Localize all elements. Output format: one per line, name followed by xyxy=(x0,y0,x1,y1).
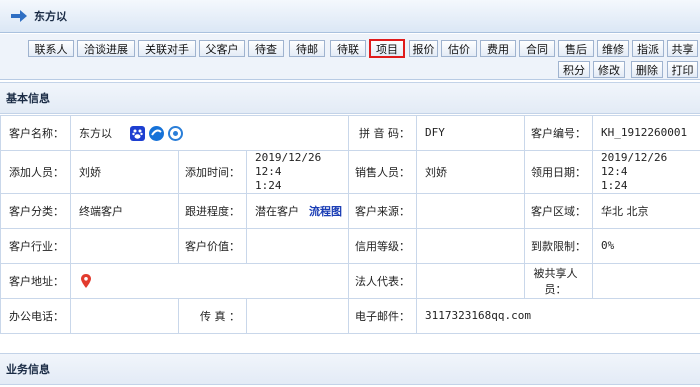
expense-button[interactable]: 费用 xyxy=(480,40,516,57)
pinyin-label: 拼 音 码： xyxy=(348,115,417,151)
table-row: 客户地址： 法人代表： 被共享人 员： xyxy=(0,263,700,299)
office-phone-value xyxy=(70,298,179,334)
table-row: 添加人员： 刘娇 添加时间： 2019/12/26 12:4 1:24 销售人员… xyxy=(0,150,700,194)
email-value: 3117323168qq.com xyxy=(416,298,700,334)
pending-contact-button[interactable]: 待联 xyxy=(330,40,366,57)
customer-code-value: KH_1912260001 xyxy=(592,115,700,151)
pending-mail-button[interactable]: 待邮 xyxy=(289,40,325,57)
source-value xyxy=(416,193,525,229)
legal-rep-label: 法人代表： xyxy=(348,263,417,299)
points-button[interactable]: 积分 xyxy=(558,61,590,78)
salesperson-label: 销售人员： xyxy=(348,150,417,194)
followup-value: 潜在客户 xyxy=(255,205,299,218)
office-phone-label: 办公电话： xyxy=(0,298,71,334)
table-row: 客户行业： 客户价值： 信用等级： 到款限制： 0% xyxy=(0,228,700,264)
fax-value xyxy=(246,298,349,334)
section-title: 基本信息 xyxy=(6,92,50,105)
share-button[interactable]: 共享 xyxy=(667,40,698,57)
shared-with-label: 被共享人 员： xyxy=(524,263,593,299)
table-row: 办公电话： 传 真 ： 电子邮件： 3117323168qq.com xyxy=(0,298,700,334)
claim-date-label: 领用日期： xyxy=(524,150,593,194)
contacts-button[interactable]: 联系人 xyxy=(28,40,74,57)
payment-limit-label: 到款限制： xyxy=(524,228,593,264)
customer-code-label: 客户编号： xyxy=(524,115,593,151)
project-button[interactable]: 项目 xyxy=(369,39,405,58)
category-value: 终端客户 xyxy=(70,193,179,229)
credit-value xyxy=(416,228,525,264)
section-business-info: 业务信息 xyxy=(0,353,700,385)
assign-button[interactable]: 指派 xyxy=(632,40,664,57)
add-time-value: 2019/12/26 12:4 1:24 xyxy=(246,150,349,194)
delete-button[interactable]: 删除 xyxy=(631,61,663,78)
search-engine-icon[interactable] xyxy=(167,126,183,142)
section-basic-info: 基本信息 xyxy=(0,82,700,114)
customer-name-cell: 东方以 xyxy=(70,115,349,151)
baidu-icon[interactable] xyxy=(129,126,145,142)
flow-chart-link[interactable]: 流程图 xyxy=(309,205,342,218)
email-label: 电子邮件： xyxy=(348,298,417,334)
estimate-button[interactable]: 估价 xyxy=(441,40,477,57)
page-title: 东方以 xyxy=(34,10,67,23)
region-value: 华北 北京 xyxy=(592,193,700,229)
salesperson-value: 刘娇 xyxy=(416,150,525,194)
region-label: 客户区域： xyxy=(524,193,593,229)
payment-limit-value: 0% xyxy=(592,228,700,264)
repair-button[interactable]: 维修 xyxy=(597,40,629,57)
adder-value: 刘娇 xyxy=(70,150,179,194)
address-cell xyxy=(70,263,349,299)
arrow-right-icon xyxy=(11,10,27,22)
industry-value xyxy=(70,228,179,264)
related-competitor-button[interactable]: 关联对手 xyxy=(138,40,196,57)
adder-label: 添加人员： xyxy=(0,150,71,194)
industry-label: 客户行业： xyxy=(0,228,71,264)
map-pin-icon[interactable] xyxy=(79,273,93,289)
page-header: 东方以 xyxy=(0,0,700,33)
worth-label: 客户价值： xyxy=(178,228,247,264)
pinyin-value: DFY xyxy=(416,115,525,151)
shared-with-value xyxy=(592,263,700,299)
source-label: 客户来源： xyxy=(348,193,417,229)
parent-customer-button[interactable]: 父客户 xyxy=(199,40,245,57)
followup-cell: 潜在客户 流程图 xyxy=(246,193,349,229)
quote-button[interactable]: 报价 xyxy=(409,40,438,57)
print-button[interactable]: 打印 xyxy=(667,61,698,78)
legal-rep-value xyxy=(416,263,525,299)
worth-value xyxy=(246,228,349,264)
customer-info-table: 客户名称： 东方以 拼 音 码： DFY 客户编号： KH_1912260001… xyxy=(0,115,700,334)
customer-name-value: 东方以 xyxy=(79,126,112,140)
table-row: 客户名称： 东方以 拼 音 码： DFY 客户编号： KH_1912260001 xyxy=(0,115,700,151)
negotiation-progress-button[interactable]: 洽谈进展 xyxy=(77,40,135,57)
followup-label: 跟进程度： xyxy=(178,193,247,229)
claim-date-value: 2019/12/26 12:4 1:24 xyxy=(592,150,700,194)
after-sales-button[interactable]: 售后 xyxy=(558,40,594,57)
add-time-label: 添加时间： xyxy=(178,150,247,194)
table-row: 客户分类： 终端客户 跟进程度： 潜在客户 流程图 客户来源： 客户区域： 华北 … xyxy=(0,193,700,229)
customer-name-label: 客户名称： xyxy=(0,115,71,151)
browser-icon[interactable] xyxy=(148,126,164,142)
fax-label: 传 真 ： xyxy=(178,298,247,334)
edit-button[interactable]: 修改 xyxy=(593,61,625,78)
pending-check-button[interactable]: 待查 xyxy=(248,40,284,57)
credit-label: 信用等级： xyxy=(348,228,417,264)
action-toolbar: 联系人 洽谈进展 关联对手 父客户 待查 待邮 待联 项目 报价 估价 费用 合… xyxy=(0,34,700,80)
section-title: 业务信息 xyxy=(6,363,50,376)
contract-button[interactable]: 合同 xyxy=(519,40,555,57)
category-label: 客户分类： xyxy=(0,193,71,229)
address-label: 客户地址： xyxy=(0,263,71,299)
